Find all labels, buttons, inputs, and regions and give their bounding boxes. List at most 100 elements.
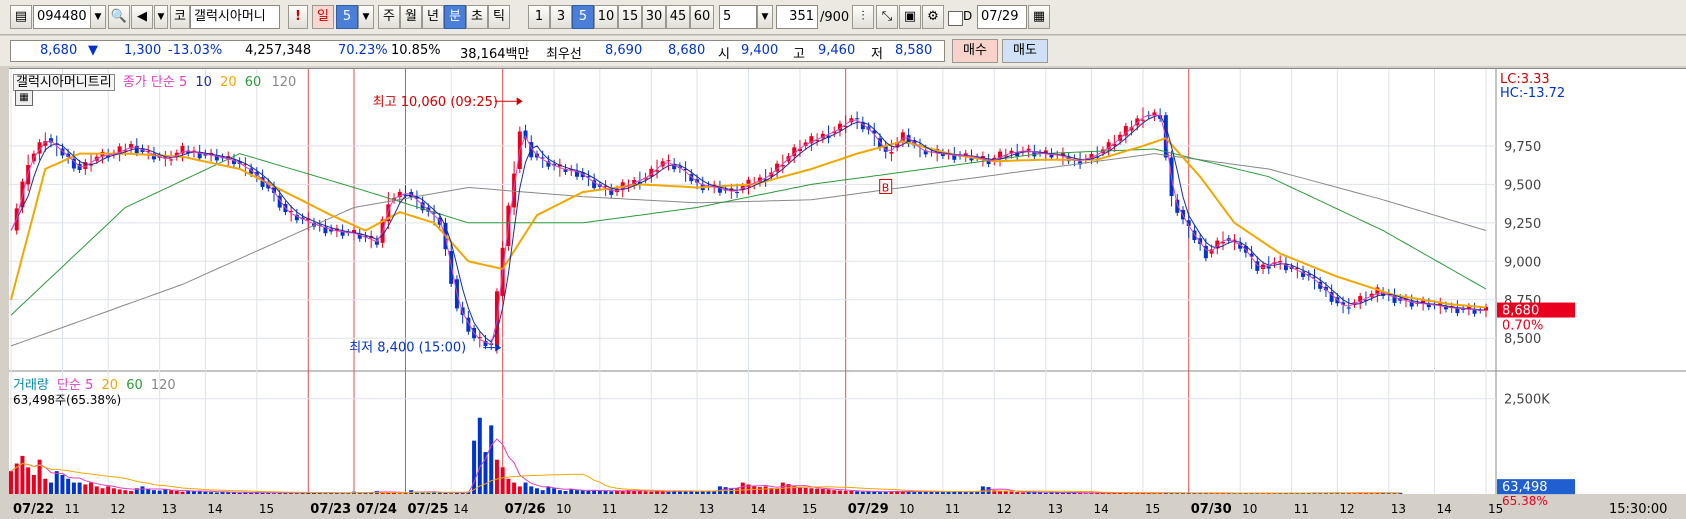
volume-bar [174,490,179,494]
interval-button-10[interactable]: 10 [594,5,618,29]
date-checkbox[interactable] [948,11,963,26]
candle-body [169,159,174,161]
volume-bar [832,490,837,494]
gear-icon[interactable]: ⚙ [922,5,944,29]
page-count-field[interactable]: 351 [776,5,818,29]
volume-bar [129,490,134,494]
day-count-dropdown-icon[interactable]: ▼ [358,5,374,29]
line-tool-icon[interactable]: ⤡ [876,5,898,29]
volume-bar [163,489,168,494]
interval-button-5[interactable]: 5 [572,5,594,29]
day-count-field[interactable]: 5 [336,5,358,29]
best-ask: 8,690 [605,43,643,58]
best-bid: 8,680 [668,43,706,58]
save-icon[interactable]: ▣ [899,5,921,29]
x-tick-label: 11 [602,502,617,516]
x-tick-label: 10 [899,502,914,516]
main-toolbar: ▤ 094480 ▼ 🔍 ◀ ▼ 코 갤럭시아머니 ! 일 5 ▼ 주월년분초틱… [0,0,1686,35]
volume-bar [506,478,511,494]
high-price: 9,460 [818,43,856,58]
custom-interval-dropdown-icon[interactable]: ▼ [757,5,773,29]
calendar-icon[interactable]: ▦ [1028,5,1050,29]
period-button-1[interactable]: 월 [400,5,422,29]
turnover-rate: 10.85% [391,43,441,58]
search-icon[interactable]: 🔍 [108,5,130,29]
x-tick-label: 07/24 [356,502,397,517]
volume-bar [146,489,151,494]
x-tick-label: 10 [556,502,571,516]
ma5-legend: 5 [178,75,188,90]
quote-bar: 8,680 ▼ 1,300 -13.03% 4,257,348 70.23% 1… [0,36,1686,66]
ma120-legend: 120 [271,75,297,90]
volume-bar [849,490,854,494]
buy-button[interactable]: 매수 [952,39,998,63]
volume-bar [472,440,477,494]
sell-button[interactable]: 매도 [1002,39,1048,63]
chart-window-icon[interactable]: ▤ [10,5,32,29]
volume-bar [1009,491,1014,494]
y-tick-label: 9,750 [1504,140,1541,155]
volume-bar [735,488,740,494]
price-change: 1,300 [124,43,162,58]
grid-toggle-icon[interactable]: ▦ [15,90,33,106]
volume-bar [540,490,545,494]
interval-button-30[interactable]: 30 [642,5,666,29]
volume-bar [26,467,31,494]
y-tick-label: 9,250 [1504,217,1541,232]
candle-type-icon[interactable]: ⫶ [852,5,874,29]
code-dropdown-icon[interactable]: ▼ [90,5,106,29]
stock-code-input[interactable]: 094480 [33,5,91,29]
down-arrow-icon: ▼ [88,43,98,58]
volume-value-text: 63,498주(65.38%) [13,393,122,407]
volume-bar [43,478,48,494]
vol-ma20-line [10,462,1401,494]
volume-bar [912,492,917,494]
volume-bar [529,486,534,494]
volume-bar [877,492,882,494]
volume-bar [31,474,36,494]
volume-bar [60,474,65,494]
volume-bar [855,491,860,494]
price-chart-title[interactable]: 갤럭시아머니트리 [13,74,115,91]
alert-button[interactable]: ! [288,5,308,29]
volume-bar [449,493,454,494]
volume-bar [151,490,156,494]
x-end-time: 15:30:00 [1609,502,1667,517]
candle-body [1026,148,1031,151]
period-button-4[interactable]: 초 [466,5,488,29]
interval-button-15[interactable]: 15 [618,5,642,29]
custom-interval-field[interactable]: 5 [719,5,757,29]
stock-name-field[interactable]: 갤럭시아머니 [190,5,280,29]
interval-button-45[interactable]: 45 [666,5,690,29]
volume-bar [557,490,562,494]
vol-ma5-line [10,438,1401,494]
period-button-2[interactable]: 년 [422,5,444,29]
volume-bar [1083,493,1088,494]
volume-bar [140,486,145,494]
volume-bar [500,467,505,494]
volume-bar [963,492,968,494]
x-tick-label: 11 [64,502,79,516]
volume-bar [203,491,208,494]
period-button-3[interactable]: 분 [444,5,466,29]
period-button-5[interactable]: 틱 [488,5,510,29]
date-field[interactable]: 07/29 [977,5,1027,29]
period-button-0[interactable]: 주 [378,5,400,29]
volume-bar [826,489,831,494]
volume-bar [803,487,808,494]
day-button[interactable]: 일 [312,5,334,29]
chart-svg: 07/22 11 12 13 14 15 07/23 07/24 07/25 14 07/26 10 1… [9,69,1686,519]
speaker-dropdown-icon[interactable]: ▼ [154,5,168,29]
interval-button-3[interactable]: 3 [550,5,572,29]
interval-button-1[interactable]: 1 [528,5,550,29]
volume-bar [534,488,539,494]
ma10-legend: 10 [195,75,212,90]
interval-button-60[interactable]: 60 [690,5,714,29]
volume-bar [20,455,25,494]
low-annotation: 최저 8,400 (15:00) [349,341,466,356]
volume-bar [695,491,700,494]
candle-body [889,152,894,154]
volume-bar [517,486,522,494]
volume-bar [569,489,574,494]
speaker-icon[interactable]: ◀ [131,5,153,29]
